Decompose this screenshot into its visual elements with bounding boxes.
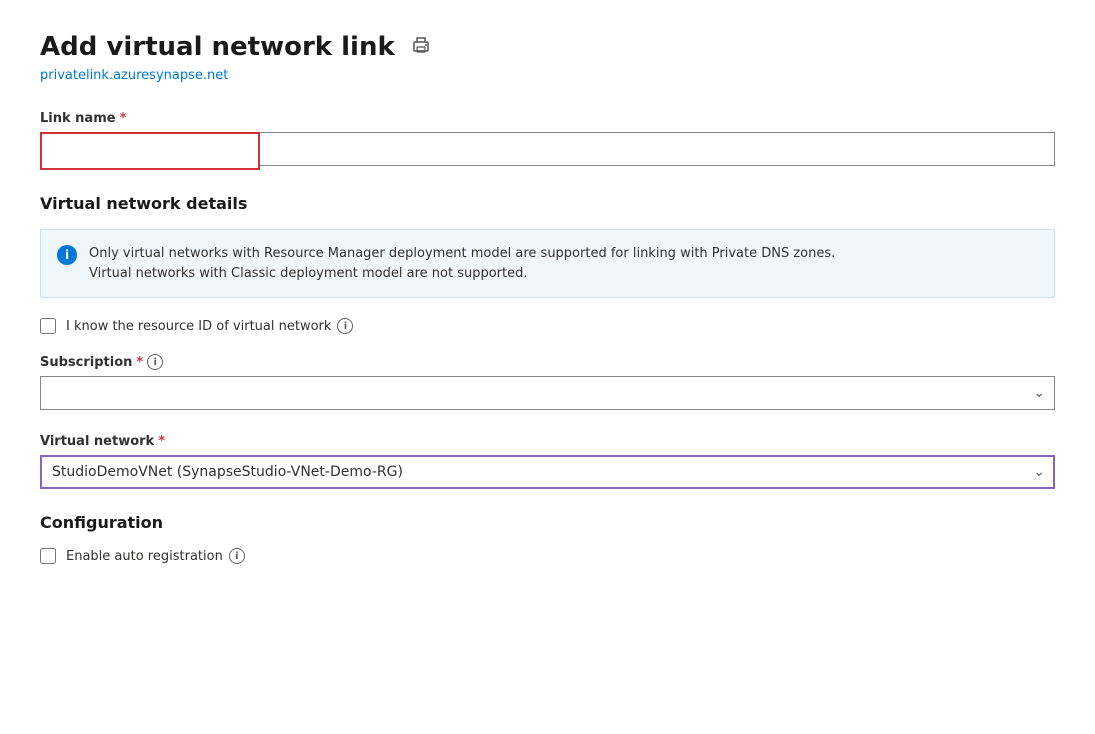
- page-container: Add virtual network link privatelink.azu…: [40, 32, 1055, 564]
- virtual-network-label: Virtual network *: [40, 434, 1055, 449]
- link-name-error-wrapper: [40, 132, 260, 170]
- subscription-dropdown[interactable]: [40, 376, 1055, 410]
- resource-id-checkbox-label[interactable]: I know the resource ID of virtual networ…: [66, 318, 353, 334]
- configuration-section: Configuration Enable auto registration i: [40, 513, 1055, 564]
- virtual-network-dropdown[interactable]: StudioDemoVNet (SynapseStudio-VNet-Demo-…: [40, 455, 1055, 489]
- virtual-network-details-heading: Virtual network details: [40, 194, 1055, 213]
- link-name-label: Link name *: [40, 111, 1055, 126]
- page-header: Add virtual network link: [40, 32, 1055, 62]
- page-title: Add virtual network link: [40, 32, 395, 62]
- breadcrumb-link[interactable]: privatelink.azuresynapse.net: [40, 68, 1055, 83]
- virtual-network-dropdown-wrapper: StudioDemoVNet (SynapseStudio-VNet-Demo-…: [40, 455, 1055, 489]
- virtual-network-section: Virtual network * StudioDemoVNet (Synaps…: [40, 434, 1055, 489]
- resource-id-info-icon[interactable]: i: [337, 318, 353, 334]
- virtual-network-required-star: *: [158, 434, 165, 449]
- subscription-info-icon[interactable]: i: [147, 354, 163, 370]
- resource-id-checkbox-row: I know the resource ID of virtual networ…: [40, 318, 1055, 334]
- auto-registration-checkbox[interactable]: [40, 548, 56, 564]
- link-name-input-rest[interactable]: [260, 132, 1055, 166]
- auto-registration-checkbox-row: Enable auto registration i: [40, 548, 1055, 564]
- configuration-heading: Configuration: [40, 513, 1055, 532]
- subscription-required-star: *: [136, 355, 143, 370]
- subscription-label: Subscription * i: [40, 354, 1055, 370]
- link-name-input-row: [40, 132, 1055, 170]
- auto-registration-label[interactable]: Enable auto registration i: [66, 548, 245, 564]
- resource-id-checkbox[interactable]: [40, 318, 56, 334]
- link-name-required-star: *: [120, 111, 127, 126]
- info-banner-icon: i: [57, 245, 77, 265]
- info-banner-text: Only virtual networks with Resource Mana…: [89, 244, 835, 283]
- link-name-input[interactable]: [42, 134, 258, 168]
- subscription-section: Subscription * i ⌄: [40, 354, 1055, 410]
- subscription-dropdown-wrapper: ⌄: [40, 376, 1055, 410]
- info-banner: i Only virtual networks with Resource Ma…: [40, 229, 1055, 298]
- link-name-section: Link name *: [40, 111, 1055, 170]
- print-icon[interactable]: [411, 35, 431, 60]
- auto-registration-info-icon[interactable]: i: [229, 548, 245, 564]
